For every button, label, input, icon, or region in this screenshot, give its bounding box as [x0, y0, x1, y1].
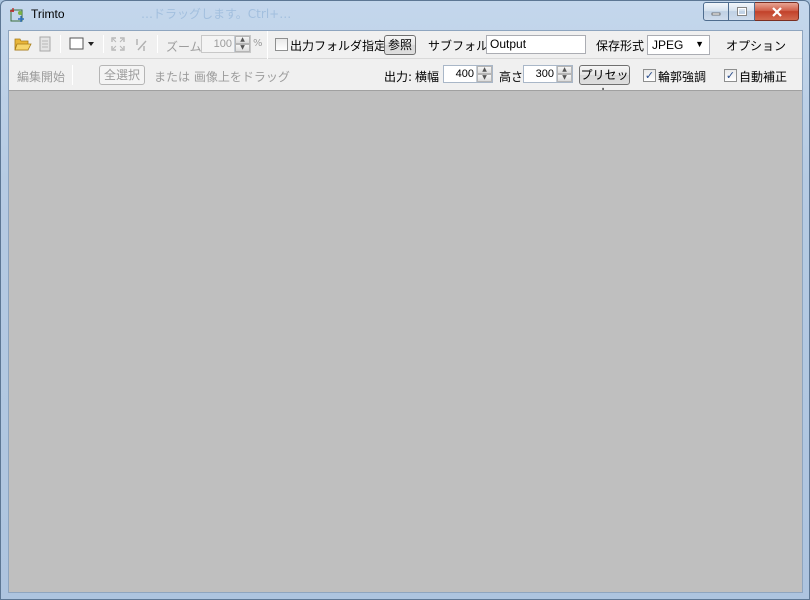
width-value: 400 [455, 68, 474, 80]
app-window: Trimto …ドラッグします。Ctrl+… ズーム 100 ▲ ▼ % 出力フ… [0, 0, 810, 600]
subfolder-input[interactable]: Output [486, 35, 586, 54]
main-toolbar: ズーム 100 ▲ ▼ % 出力フォルダ指定 参照 サブフォルダ Output … [9, 31, 802, 59]
toolbar-separator [103, 35, 104, 53]
edit-toolbar: 編集開始 全選択 または 画像上をドラッグ 出力: 横幅 400 ▲ ▼ 高さ … [9, 60, 802, 100]
preset-button[interactable]: プリセット [579, 65, 630, 100]
auto-correct-label: 自動補正 [739, 70, 788, 84]
window-title: Trimto [31, 7, 65, 21]
browse-button[interactable]: 参照 [384, 35, 416, 55]
width-label: 横幅 [415, 70, 440, 84]
edit-start-label: 編集開始 [17, 70, 66, 84]
client-area: ズーム 100 ▲ ▼ % 出力フォルダ指定 参照 サブフォルダ Output … [8, 30, 803, 593]
background-ghost-text: …ドラッグします。Ctrl+… [141, 7, 292, 21]
spin-down-icon[interactable]: ▼ [557, 74, 572, 82]
spin-up-icon[interactable]: ▲ [477, 66, 492, 74]
spin-up-icon[interactable]: ▲ [557, 66, 572, 74]
spin-down-icon[interactable]: ▼ [235, 44, 250, 52]
minimize-icon [711, 12, 721, 15]
drag-hint-text: または 画像上をドラッグ [154, 70, 290, 84]
zoom-value: 100 [213, 38, 232, 50]
frame-icon[interactable] [69, 37, 97, 51]
fit-icon[interactable] [110, 36, 126, 52]
folder-open-icon[interactable] [14, 36, 32, 52]
spin-up-icon[interactable]: ▲ [235, 36, 250, 44]
options-menu[interactable]: オプション [726, 37, 786, 54]
toolbar-separator [72, 65, 73, 85]
output-label: 出力: [384, 70, 413, 84]
image-canvas[interactable] [9, 90, 802, 592]
page-icon[interactable] [39, 36, 51, 52]
zoom-spinbox[interactable]: 100 ▲ ▼ [201, 35, 251, 53]
trimto-app-icon [10, 8, 24, 22]
minimize-button[interactable] [703, 2, 729, 21]
format-value: JPEG [652, 38, 684, 52]
ratio-icon[interactable] [134, 36, 150, 52]
toolbar-separator [60, 35, 61, 53]
format-select[interactable]: JPEG ▼ [647, 35, 710, 55]
close-button[interactable] [755, 2, 799, 21]
select-all-button[interactable]: 全選択 [99, 65, 145, 85]
toolbar-separator [267, 31, 268, 59]
format-label: 保存形式 [596, 39, 645, 53]
height-spinbox[interactable]: 300 ▲ ▼ [523, 65, 573, 83]
maximize-icon [736, 7, 747, 16]
close-icon [771, 6, 782, 17]
title-bar[interactable]: Trimto …ドラッグします。Ctrl+… [1, 1, 809, 29]
zoom-label: ズーム [166, 40, 202, 54]
height-label: 高さ [499, 70, 524, 84]
chevron-down-icon: ▼ [695, 39, 704, 49]
maximize-button[interactable] [729, 2, 755, 21]
check-icon: ✓ [725, 69, 736, 82]
width-spinbox[interactable]: 400 ▲ ▼ [443, 65, 493, 83]
edge-enhance-checkbox[interactable]: ✓ [643, 69, 656, 82]
width-spin-arrows[interactable]: ▲ ▼ [476, 66, 492, 82]
height-value: 300 [535, 68, 554, 80]
auto-correct-checkbox[interactable]: ✓ [724, 69, 737, 82]
zoom-unit: % [253, 38, 263, 49]
check-icon: ✓ [644, 69, 655, 82]
output-folder-checkbox[interactable] [275, 38, 288, 51]
zoom-spin-arrows[interactable]: ▲ ▼ [234, 36, 250, 52]
toolbar-separator [157, 35, 158, 53]
output-folder-label: 出力フォルダ指定 [290, 39, 387, 53]
edge-enhance-label: 輪郭強調 [658, 70, 707, 84]
height-spin-arrows[interactable]: ▲ ▼ [556, 66, 572, 82]
spin-down-icon[interactable]: ▼ [477, 74, 492, 82]
